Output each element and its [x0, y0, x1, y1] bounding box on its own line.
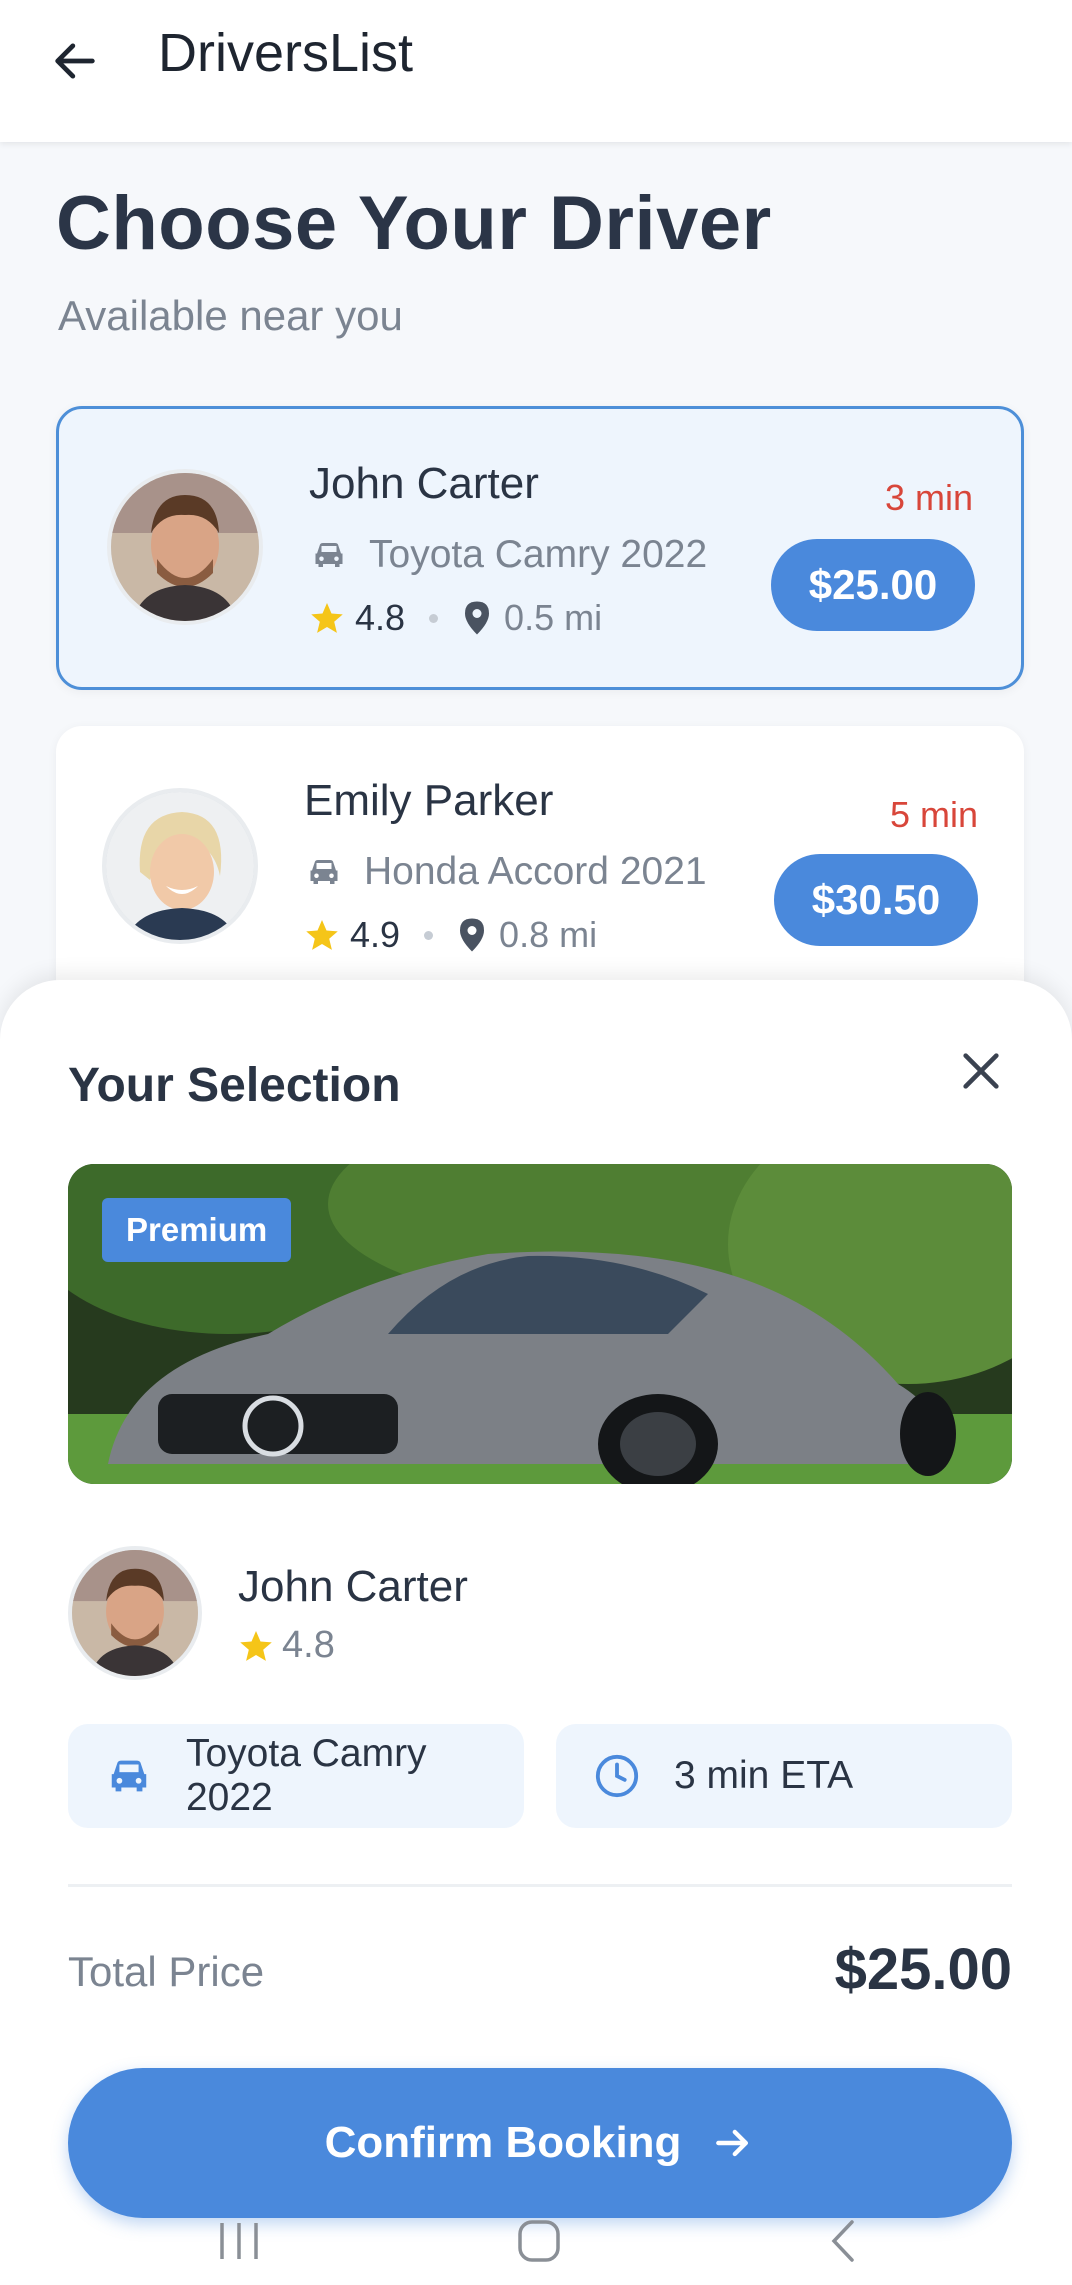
car-icon [315, 543, 343, 567]
car-row: Honda Accord 2021 [306, 850, 707, 894]
avatar-photo-man [111, 473, 259, 621]
page-title: Choose Your Driver [56, 181, 772, 266]
total-price-label: Total Price [68, 1948, 265, 1995]
arrow-right-icon [716, 2129, 749, 2157]
eta-chip-label: 3 min ETA [674, 1754, 854, 1797]
system-back-button[interactable] [808, 2211, 878, 2271]
close-button[interactable] [946, 1036, 1016, 1106]
total-price-value: $25.00 [834, 1937, 1012, 2002]
star-icon [240, 1630, 272, 1661]
selected-driver-name: John Carter [238, 1562, 468, 1611]
car-image: Premium [68, 1164, 1012, 1484]
driver-meta: 4.8 0.5 mi [309, 597, 602, 639]
location-pin-icon [460, 918, 485, 952]
separator-dot [429, 613, 439, 623]
home-icon [518, 2220, 560, 2262]
recent-apps-icon [220, 2223, 258, 2259]
car-chip-label: Toyota Camry 2022 [185, 1732, 427, 1819]
driver-name: Emily Parker [304, 776, 554, 825]
sheet-title: Your Selection [68, 1059, 401, 1112]
driver-card-john-carter[interactable]: John Carter Toyota Camry 2022 4.8 0.5 mi… [56, 406, 1024, 690]
selected-driver-rating: 4.8 [282, 1624, 335, 1666]
arrow-left-icon [55, 43, 95, 79]
driver-distance: 0.8 mi [499, 914, 598, 955]
app-bar-title: DriversList [158, 23, 414, 83]
car-chip: Toyota Camry 2022 [68, 1724, 524, 1828]
price-pill[interactable]: $25.00 [771, 539, 975, 631]
home-button[interactable] [504, 2211, 574, 2271]
driver-distance: 0.5 mi [504, 597, 603, 638]
close-icon [963, 1053, 999, 1089]
clock-icon [595, 1754, 639, 1798]
divider [68, 1884, 1012, 1887]
price-pill[interactable]: $30.50 [774, 854, 978, 946]
car-row: Toyota Camry 2022 [311, 533, 707, 577]
recent-apps-button[interactable] [204, 2211, 274, 2271]
selection-sheet: Your Selection Premium John Carter 4.8 T… [0, 980, 1072, 2285]
selected-driver-rating-row: 4.8 [238, 1624, 335, 1667]
back-button[interactable] [40, 26, 110, 96]
location-pin-icon [465, 601, 490, 635]
driver-meta: 4.9 0.8 mi [304, 914, 597, 956]
car-model: Toyota Camry 2022 [369, 533, 708, 576]
chevron-left-icon [831, 2220, 854, 2262]
car-icon [310, 860, 338, 884]
star-icon [306, 920, 338, 950]
driver-rating: 4.9 [350, 914, 401, 955]
app-bar: DriversList [0, 0, 1072, 142]
selected-driver-avatar [68, 1546, 202, 1680]
page-subtitle: Available near you [58, 292, 403, 339]
premium-badge: Premium [102, 1198, 292, 1262]
avatar [102, 788, 258, 944]
separator-dot [424, 930, 434, 940]
driver-eta: 5 min [889, 794, 978, 835]
confirm-booking-button[interactable]: Confirm Booking [68, 2068, 1012, 2218]
car-icon [111, 1760, 147, 1792]
star-icon [311, 603, 343, 633]
avatar [107, 469, 263, 625]
avatar-photo-man [72, 1550, 198, 1676]
avatar-photo-woman [106, 792, 254, 940]
confirm-booking-label: Confirm Booking [324, 2118, 682, 2167]
system-nav-bar [0, 2205, 1072, 2285]
driver-rating: 4.8 [355, 597, 406, 638]
driver-eta: 3 min [884, 477, 973, 518]
car-model: Honda Accord 2021 [364, 850, 707, 893]
eta-chip: 3 min ETA [556, 1724, 1012, 1828]
driver-name: John Carter [309, 459, 539, 508]
